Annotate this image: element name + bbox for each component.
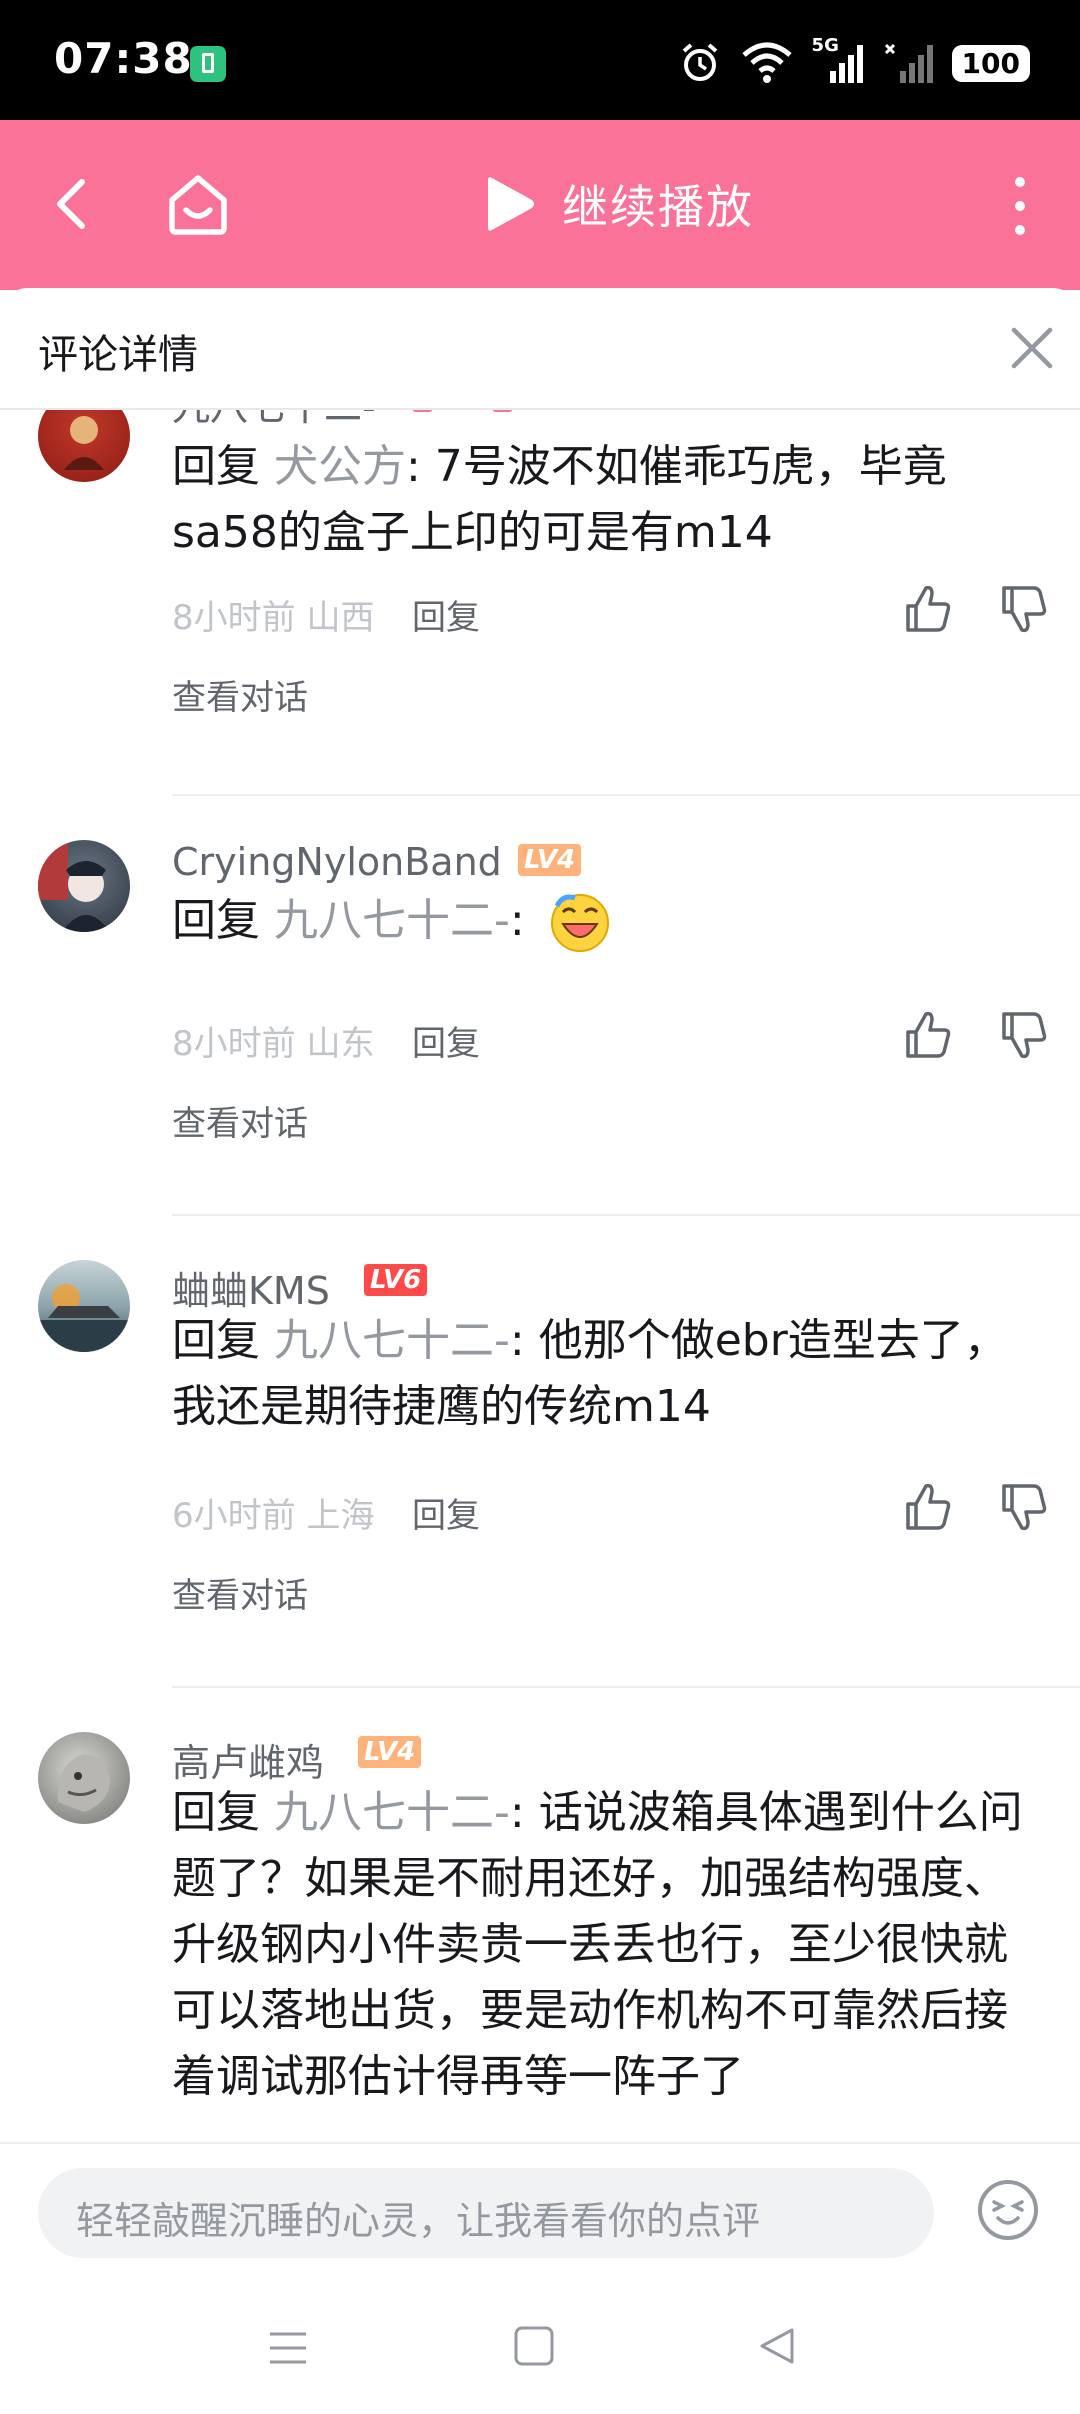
level-badge: LV4: [518, 844, 582, 876]
thumbs-up-icon[interactable]: [900, 1480, 954, 1534]
reply-word: 回复: [172, 441, 260, 492]
alarm-icon: [682, 43, 717, 81]
comment-time-location: 8小时前 山西: [172, 598, 375, 638]
continue-play-button[interactable]: 继续播放: [480, 172, 754, 236]
status-time: 07:38: [54, 34, 193, 83]
continue-play-label: 继续播放: [562, 180, 754, 234]
comment-text: 回复 九八七十二-: 他那个做ebr造型去了，我还是期待捷鹰的传统m14: [172, 1308, 1032, 1440]
comment-content: :: [509, 895, 525, 946]
thumbs-up-icon[interactable]: [900, 582, 954, 636]
app-header: 继续播放: [0, 120, 1080, 290]
thumbs-down-icon[interactable]: [996, 1008, 1050, 1062]
view-conversation-link[interactable]: 查看对话: [172, 670, 308, 719]
avatar-image: [38, 1284, 130, 1352]
reply-target[interactable]: 九八七十二-: [274, 1787, 510, 1838]
thumbs-down-icon[interactable]: [996, 582, 1050, 636]
thumbs-up-icon[interactable]: [900, 1008, 954, 1062]
wifi-icon: [741, 42, 792, 83]
reply-button[interactable]: 回复: [412, 1016, 480, 1065]
reply-word: 回复: [172, 1787, 260, 1838]
status-bar: 07:38 5G 100: [0, 0, 1080, 120]
username[interactable]: 九八七十二-: [172, 410, 376, 431]
level-badge: [412, 410, 434, 412]
system-nav-bar: [0, 2282, 1080, 2414]
avatar-image: [64, 416, 104, 470]
comment-input-bar: 轻轻敲醒沉睡的心灵，让我看看你的点评: [0, 2142, 1080, 2284]
comment-item: 蛐蛐KMS LV6 回复 九八七十二-: 他那个做ebr造型去了，我还是期待捷鹰…: [0, 1216, 1080, 1688]
sheet-header: 评论详情: [0, 288, 1080, 410]
comment-detail-sheet: 评论详情 九八七十二- 回复 犬公方: 7号波不如催乖巧虎，毕竟sa58的盒子上…: [0, 288, 1080, 2412]
close-icon[interactable]: [1008, 324, 1056, 372]
view-conversation-link[interactable]: 查看对话: [172, 1568, 308, 1617]
home-nav-icon[interactable]: [512, 2324, 556, 2368]
level-badge: LV4: [358, 1736, 422, 1768]
comment-item: 高卢雌鸡 LV4 回复 九八七十二-: 话说波箱具体遇到什么问题了？如果是不耐用…: [0, 1688, 1080, 2140]
comment-item: 九八七十二- 回复 犬公方: 7号波不如催乖巧虎，毕竟sa58的盒子上印的可是有…: [0, 410, 1080, 796]
reply-button[interactable]: 回复: [412, 1488, 480, 1537]
avatar-image: [57, 1754, 110, 1812]
signal-icon: [884, 43, 933, 83]
comment-text: 回复 九八七十二-: 话说波箱具体遇到什么问题了？如果是不耐用还好，加强结构强度…: [172, 1780, 1032, 2110]
comment-text: 回复 犬公方: 7号波不如催乖巧虎，毕竟sa58的盒子上印的可是有m14: [172, 434, 1032, 566]
home-icon[interactable]: [164, 170, 232, 238]
avatar[interactable]: [38, 840, 130, 932]
recents-icon[interactable]: [266, 2326, 310, 2370]
medal-badge: [492, 410, 514, 412]
signal-5g-icon: 5G: [812, 35, 866, 85]
battery-saver-icon: [190, 46, 226, 82]
sheet-title: 评论详情: [38, 332, 198, 378]
reply-word: 回复: [172, 1315, 260, 1366]
laughing-face-emoji: [550, 894, 609, 952]
avatar[interactable]: [38, 1260, 130, 1352]
view-conversation-link[interactable]: 查看对话: [172, 1096, 308, 1145]
comment-text: 回复 九八七十二-:: [172, 888, 1032, 954]
reply-target[interactable]: 九八七十二-: [274, 895, 510, 946]
comment-input-placeholder: 轻轻敲醒沉睡的心灵，让我看看你的点评: [76, 2199, 761, 2243]
comment-input[interactable]: 轻轻敲醒沉睡的心灵，让我看看你的点评: [38, 2168, 934, 2258]
username[interactable]: 蛐蛐KMS: [172, 1260, 330, 1315]
comment-time-location: 6小时前 上海: [172, 1496, 375, 1536]
comment-time-location: 8小时前 山东: [172, 1024, 375, 1064]
thumbs-down-icon[interactable]: [996, 1480, 1050, 1534]
username[interactable]: 高卢雌鸡: [172, 1732, 324, 1787]
more-options-icon[interactable]: [1000, 174, 1040, 238]
avatar-image: [38, 840, 110, 932]
battery-indicator: 100: [951, 44, 1030, 82]
reply-target[interactable]: 九八七十二-: [274, 1315, 510, 1366]
back-nav-icon[interactable]: [756, 2324, 800, 2368]
play-icon: [488, 177, 534, 231]
level-badge: LV6: [364, 1264, 428, 1296]
avatar[interactable]: [38, 1732, 130, 1824]
reply-word: 回复: [172, 895, 260, 946]
comment-item: CryingNylonBand LV4 回复 九八七十二-: 8小时前 山东 回…: [0, 796, 1080, 1216]
avatar[interactable]: [38, 410, 130, 482]
reply-target[interactable]: 犬公方: [274, 441, 406, 492]
back-icon[interactable]: [42, 174, 102, 234]
status-icons: 5G 100: [678, 35, 1030, 88]
reply-button[interactable]: 回复: [412, 590, 480, 639]
emoji-icon[interactable]: [976, 2178, 1040, 2242]
comment-list[interactable]: 九八七十二- 回复 犬公方: 7号波不如催乖巧虎，毕竟sa58的盒子上印的可是有…: [0, 410, 1080, 2140]
username[interactable]: CryingNylonBand: [172, 840, 502, 884]
